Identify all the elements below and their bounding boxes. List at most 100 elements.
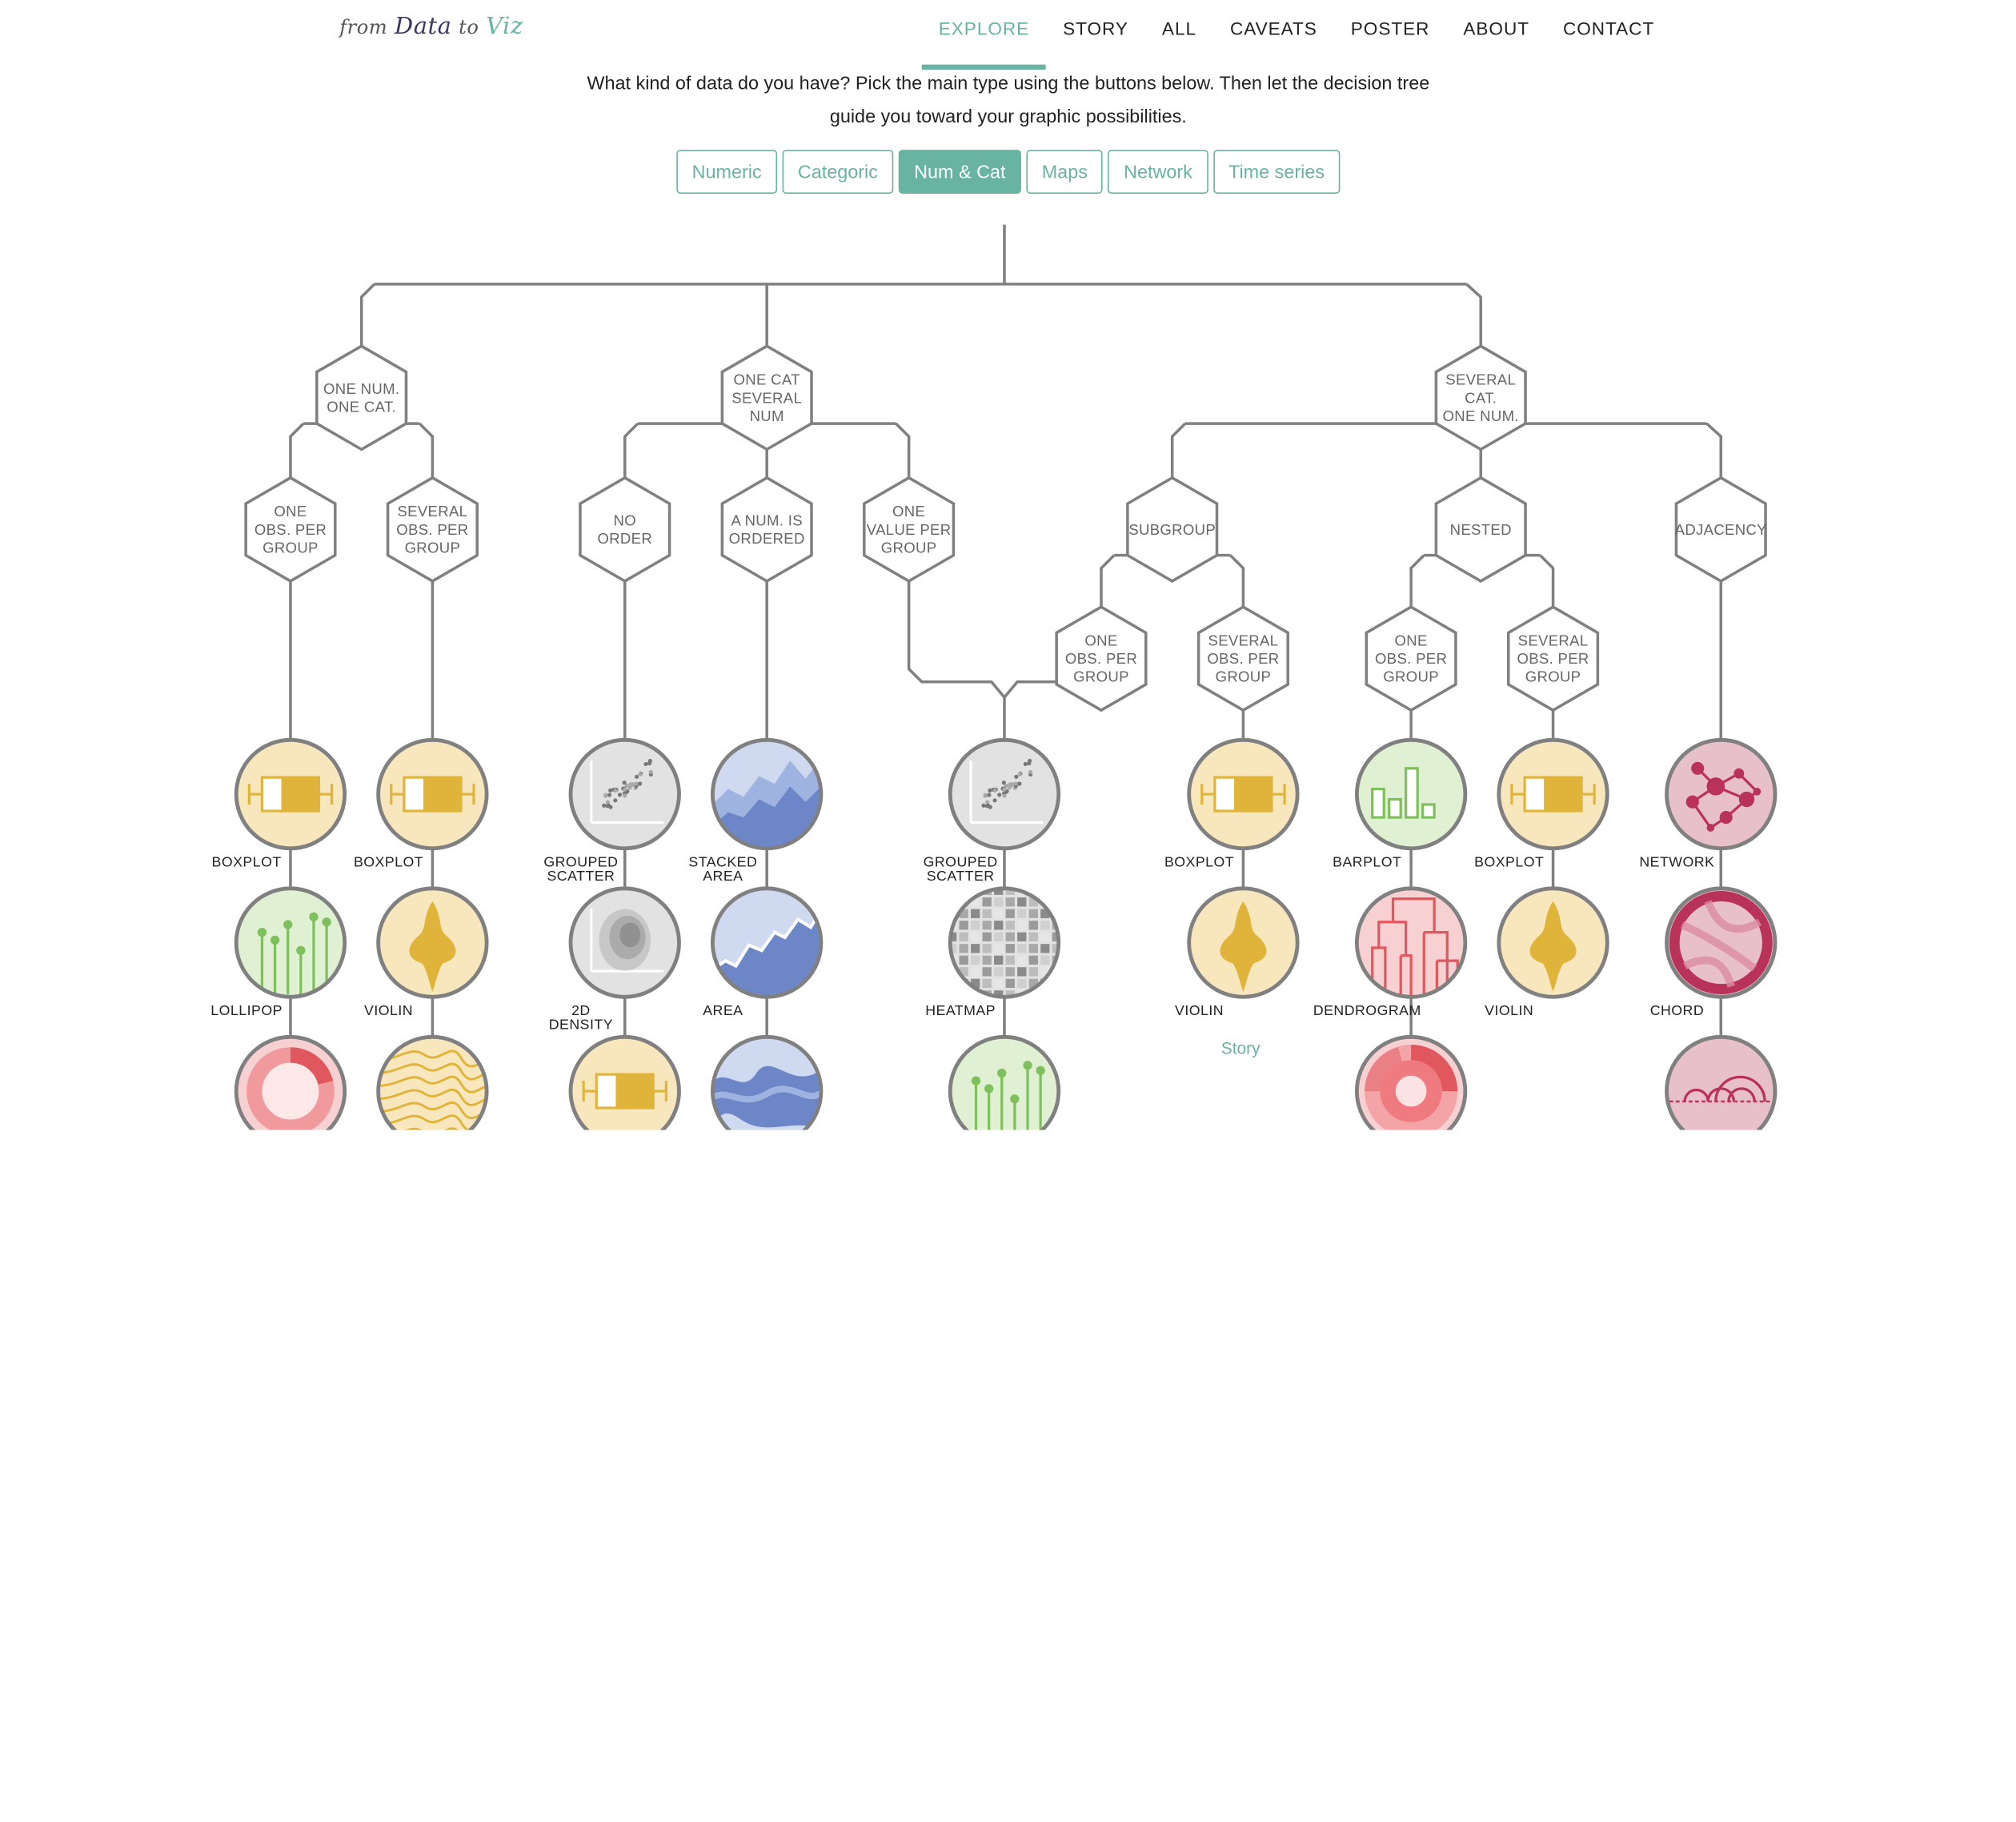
plot-label-c1_1: BOXPLOT bbox=[212, 853, 282, 869]
plot-c9-2[interactable] bbox=[1665, 886, 1778, 999]
node-one-obs-per-group-label: ONE bbox=[274, 503, 307, 520]
plot-c4-1[interactable] bbox=[710, 737, 824, 851]
node-no-order[interactable]: NOORDER bbox=[579, 476, 671, 583]
node-subgroup-several-obs-label: GROUP bbox=[1216, 668, 1272, 685]
plot-c3-2[interactable] bbox=[568, 886, 681, 999]
plot-c3-1[interactable] bbox=[568, 737, 681, 851]
plot-c9-3[interactable] bbox=[1665, 1034, 1778, 1130]
node-one-value-per-group-label: ONE bbox=[892, 503, 925, 520]
page: from Data to Viz EXPLORE STORY ALL CAVEA… bbox=[0, 0, 2016, 1130]
plot-label-c3_1: SCATTER bbox=[547, 868, 615, 884]
decision-tree: ONE NUM.ONE CAT.ONE CATSEVERALNUMSEVERAL… bbox=[210, 224, 1778, 1130]
node-several-cat-one-num[interactable]: SEVERALCAT.ONE NUM. bbox=[1434, 344, 1527, 451]
node-subgroup[interactable]: SUBGROUP bbox=[1126, 476, 1219, 583]
plot-c2-1[interactable] bbox=[376, 737, 489, 851]
node-subgroup-several-obs[interactable]: SEVERALOBS. PERGROUP bbox=[1196, 605, 1290, 712]
node-nested-one-obs-label: GROUP bbox=[1383, 668, 1439, 685]
plot-label-c2_1: BOXPLOT bbox=[354, 853, 423, 869]
plot-c3-3-glyph bbox=[582, 1073, 667, 1110]
node-one-cat-several-num[interactable]: ONE CATSEVERALNUM bbox=[720, 344, 813, 451]
node-nested-several-obs-label: GROUP bbox=[1525, 668, 1581, 685]
plot-label-c7_2: DENDROGRAM bbox=[1313, 1002, 1421, 1018]
plot-label-c9_2: CHORD bbox=[1650, 1002, 1704, 1018]
node-several-cat-one-num-label: CAT. bbox=[1465, 389, 1497, 406]
plot-label-c3_2: DENSITY bbox=[549, 1017, 613, 1033]
story-link[interactable]: Story bbox=[1221, 1039, 1261, 1057]
node-several-obs-per-group-label: GROUP bbox=[405, 539, 461, 556]
node-no-order-label: ORDER bbox=[597, 530, 652, 547]
node-one-num-one-cat-label: ONE CAT. bbox=[327, 399, 396, 415]
plot-c6-1-glyph bbox=[1200, 776, 1286, 813]
node-several-cat-one-num-label: SEVERAL bbox=[1445, 371, 1516, 388]
plot-label-c1_2: LOLLIPOP bbox=[210, 1002, 283, 1018]
node-num-ordered-label: ORDERED bbox=[729, 530, 805, 547]
node-subgroup-label: SUBGROUP bbox=[1128, 521, 1216, 538]
plot-label-c6_1: BOXPLOT bbox=[1164, 853, 1234, 869]
node-one-num-one-cat-label: ONE NUM. bbox=[323, 380, 399, 397]
plot-c1-2[interactable] bbox=[234, 886, 347, 999]
plot-label-c5_1: SCATTER bbox=[927, 868, 995, 884]
plot-label-c2_2: VIOLIN bbox=[364, 1002, 413, 1018]
plot-c4-3[interactable] bbox=[710, 1034, 824, 1130]
plot-c8-1[interactable] bbox=[1497, 737, 1609, 851]
plot-c9-1[interactable] bbox=[1665, 737, 1778, 851]
node-one-value-per-group[interactable]: ONEVALUE PERGROUP bbox=[863, 476, 956, 583]
node-nested-several-obs[interactable]: SEVERALOBS. PERGROUP bbox=[1506, 605, 1600, 712]
plot-label-c6_2: VIOLIN bbox=[1175, 1002, 1224, 1018]
node-no-order-label: NO bbox=[614, 512, 636, 529]
node-one-cat-several-num-label: ONE CAT bbox=[734, 371, 800, 388]
node-several-obs-per-group[interactable]: SEVERALOBS. PERGROUP bbox=[386, 476, 479, 583]
node-adjacency[interactable]: ADJACENCY bbox=[1675, 476, 1767, 583]
plot-c2-3[interactable] bbox=[375, 1034, 489, 1130]
node-one-obs-per-group-label: OBS. PER bbox=[255, 521, 327, 538]
plot-label-c7_1: BARPLOT bbox=[1333, 853, 1401, 869]
plot-c3-3[interactable] bbox=[568, 1034, 681, 1130]
plot-c2-2[interactable] bbox=[376, 886, 489, 999]
plot-c5-2[interactable] bbox=[948, 886, 1061, 1000]
node-nested-one-obs[interactable]: ONEOBS. PERGROUP bbox=[1365, 605, 1457, 712]
plot-c7-2[interactable] bbox=[1354, 886, 1468, 1000]
node-subgroup-one-obs-label: OBS. PER bbox=[1065, 650, 1137, 667]
node-one-obs-per-group-label: GROUP bbox=[263, 539, 319, 556]
node-one-num-one-cat[interactable]: ONE NUM. ONE CAT. bbox=[315, 344, 408, 451]
plot-label-c4_2: AREA bbox=[703, 1002, 743, 1018]
node-several-obs-per-group-label: SEVERAL bbox=[397, 503, 467, 520]
node-nested-several-obs-label: OBS. PER bbox=[1517, 650, 1589, 667]
plot-label-c9_1: NETWORK bbox=[1639, 853, 1714, 869]
plot-c4-2[interactable] bbox=[710, 886, 824, 1000]
node-nested-one-obs-label: ONE bbox=[1395, 632, 1428, 649]
plot-label-c5_2: HEATMAP bbox=[925, 1002, 996, 1018]
node-one-cat-several-num-label: SEVERAL bbox=[731, 389, 802, 406]
plot-c1-3[interactable] bbox=[234, 1034, 347, 1130]
node-one-cat-several-num-label: NUM bbox=[750, 407, 784, 424]
plot-label-c4_1: AREA bbox=[703, 868, 743, 884]
plot-label-c8_2: VIOLIN bbox=[1485, 1002, 1533, 1018]
node-several-cat-one-num-label: ONE NUM. bbox=[1443, 407, 1519, 424]
node-subgroup-one-obs[interactable]: ONEOBS. PERGROUP bbox=[1055, 605, 1148, 712]
node-one-value-per-group-label: VALUE PER bbox=[867, 521, 952, 538]
plot-label-c8_1: BOXPLOT bbox=[1474, 853, 1544, 869]
node-nested-one-obs-label: OBS. PER bbox=[1375, 650, 1447, 667]
plot-c6-2[interactable] bbox=[1187, 886, 1300, 999]
plot-c5-1[interactable] bbox=[948, 737, 1061, 851]
plot-c8-2[interactable] bbox=[1497, 886, 1609, 999]
node-num-ordered-label: A NUM. IS bbox=[731, 512, 802, 529]
node-subgroup-one-obs-label: GROUP bbox=[1073, 668, 1129, 685]
node-nested-several-obs-label: SEVERAL bbox=[1518, 632, 1589, 649]
plot-c8-1-glyph bbox=[1510, 776, 1596, 813]
node-num-ordered[interactable]: A NUM. ISORDERED bbox=[720, 476, 813, 583]
node-adjacency-label: ADJACENCY bbox=[1675, 521, 1767, 538]
plot-c1-1[interactable] bbox=[234, 737, 347, 851]
node-subgroup-one-obs-label: ONE bbox=[1084, 632, 1117, 649]
plot-c1-1-glyph bbox=[247, 776, 334, 813]
plot-c2-1-glyph bbox=[390, 776, 475, 813]
node-nested[interactable]: NESTED bbox=[1434, 476, 1527, 583]
plot-c6-1[interactable] bbox=[1187, 737, 1300, 851]
node-one-obs-per-group[interactable]: ONEOBS. PERGROUP bbox=[244, 476, 337, 583]
plot-c5-3[interactable] bbox=[948, 1034, 1061, 1130]
plot-c7-1[interactable] bbox=[1354, 737, 1468, 851]
node-one-value-per-group-label: GROUP bbox=[881, 539, 937, 556]
node-nested-label: NESTED bbox=[1450, 521, 1512, 538]
plot-c7-3[interactable] bbox=[1354, 1034, 1468, 1130]
node-several-obs-per-group-label: OBS. PER bbox=[396, 521, 468, 538]
